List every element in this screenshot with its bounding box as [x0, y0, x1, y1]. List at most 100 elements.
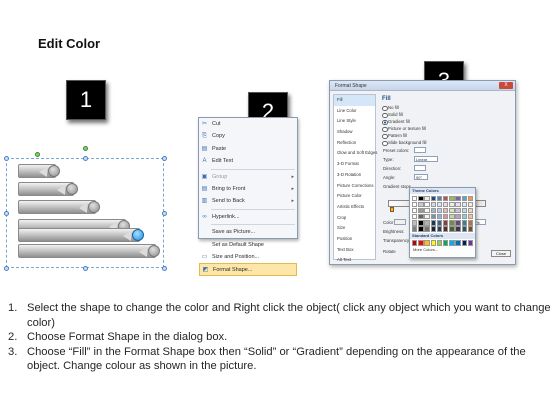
- color-swatch[interactable]: [442, 220, 449, 226]
- color-swatch[interactable]: [467, 201, 474, 208]
- color-swatch[interactable]: [418, 195, 424, 201]
- color-swatch[interactable]: [436, 207, 443, 214]
- color-swatch[interactable]: [430, 214, 436, 220]
- sidebar-item-shadow[interactable]: Shadow: [334, 127, 375, 138]
- staircase-bar-6[interactable]: [18, 244, 160, 258]
- close-button[interactable]: Close: [491, 250, 511, 257]
- color-swatch[interactable]: [442, 240, 449, 246]
- color-swatch[interactable]: [461, 207, 467, 214]
- resize-handle[interactable]: [4, 156, 9, 161]
- color-swatch[interactable]: [467, 226, 474, 232]
- radio-no-fill[interactable]: No fill: [380, 104, 513, 111]
- color-swatch[interactable]: [412, 201, 418, 208]
- sidebar-item-picture-color[interactable]: Picture Color: [334, 191, 375, 202]
- color-swatch[interactable]: [467, 240, 474, 246]
- color-swatch[interactable]: [430, 195, 436, 201]
- color-swatch[interactable]: [412, 220, 418, 226]
- sidebar-item-reflection[interactable]: Reflection: [334, 138, 375, 149]
- sidebar-item-glow[interactable]: Glow and Soft Edges: [334, 148, 377, 159]
- color-swatch[interactable]: [455, 201, 461, 208]
- radio-gradient-fill[interactable]: Gradient fill: [380, 118, 513, 125]
- color-dropdown[interactable]: [394, 219, 406, 225]
- menu-item-format-shape[interactable]: ◩ Format Shape...: [199, 263, 297, 276]
- color-swatch[interactable]: [412, 226, 418, 232]
- color-swatch[interactable]: [430, 207, 436, 214]
- color-swatch[interactable]: [418, 207, 424, 214]
- color-swatch[interactable]: [467, 195, 474, 201]
- preset-colors-dropdown[interactable]: [414, 147, 426, 153]
- menu-item-group[interactable]: ▣ Group ▸: [199, 171, 297, 183]
- color-swatch[interactable]: [436, 240, 443, 246]
- staircase-bar-1[interactable]: [18, 164, 60, 178]
- color-swatch[interactable]: [461, 226, 467, 232]
- color-swatch[interactable]: [442, 226, 449, 232]
- sidebar-item-line-color[interactable]: Line Color: [334, 106, 375, 117]
- color-swatch[interactable]: [430, 226, 436, 232]
- radio-picture-fill[interactable]: Picture or texture fill: [380, 125, 513, 132]
- sidebar-item-text-box[interactable]: Text Box: [334, 245, 375, 256]
- color-swatch[interactable]: [455, 214, 461, 220]
- rotation-handle[interactable]: [35, 152, 40, 157]
- color-swatch[interactable]: [449, 240, 455, 246]
- sidebar-item-fill[interactable]: Fill: [334, 95, 375, 106]
- sidebar-item-alt-text[interactable]: Alt Text: [334, 255, 375, 266]
- color-swatch[interactable]: [430, 201, 436, 208]
- direction-dropdown[interactable]: [414, 165, 426, 171]
- color-swatch[interactable]: [424, 207, 430, 214]
- color-swatch[interactable]: [418, 226, 424, 232]
- color-swatch[interactable]: [436, 201, 443, 208]
- menu-item-hyperlink[interactable]: ∞ Hyperlink...: [199, 211, 297, 223]
- color-swatch[interactable]: [449, 201, 455, 208]
- color-swatch[interactable]: [467, 214, 474, 220]
- color-swatch[interactable]: [449, 214, 455, 220]
- color-swatch[interactable]: [424, 195, 430, 201]
- color-swatch[interactable]: [418, 201, 424, 208]
- color-swatch[interactable]: [455, 195, 461, 201]
- color-swatch[interactable]: [467, 207, 474, 214]
- menu-item-size-and-position[interactable]: ▭ Size and Position...: [199, 251, 297, 263]
- color-swatch[interactable]: [455, 207, 461, 214]
- color-swatch[interactable]: [436, 195, 443, 201]
- color-swatch[interactable]: [449, 226, 455, 232]
- color-swatch[interactable]: [455, 220, 461, 226]
- resize-handle[interactable]: [83, 156, 88, 161]
- color-swatch[interactable]: [436, 214, 443, 220]
- color-swatch[interactable]: [442, 214, 449, 220]
- color-swatch[interactable]: [467, 220, 474, 226]
- menu-item-paste[interactable]: ▤ Paste: [199, 143, 297, 155]
- color-swatch[interactable]: [449, 195, 455, 201]
- color-swatch[interactable]: [424, 220, 430, 226]
- angle-input[interactable]: 90°: [414, 174, 428, 180]
- color-swatch[interactable]: [442, 195, 449, 201]
- sidebar-item-picture-corrections[interactable]: Picture Corrections: [334, 181, 375, 192]
- color-swatch[interactable]: [461, 214, 467, 220]
- menu-item-bring-to-front[interactable]: ▤ Bring to Front ▸: [199, 183, 297, 195]
- sidebar-item-3d-rotation[interactable]: 3-D Rotation: [334, 170, 375, 181]
- color-swatch[interactable]: [412, 207, 418, 214]
- color-swatch[interactable]: [461, 240, 467, 246]
- color-swatch[interactable]: [430, 240, 436, 246]
- color-swatch[interactable]: [449, 220, 455, 226]
- radio-slide-background-fill[interactable]: Slide background fill: [380, 139, 513, 146]
- color-swatch[interactable]: [418, 240, 424, 246]
- color-swatch[interactable]: [418, 214, 424, 220]
- menu-item-send-to-back[interactable]: ▥ Send to Back ▸: [199, 195, 297, 207]
- color-swatch[interactable]: [461, 220, 467, 226]
- resize-handle[interactable]: [83, 266, 88, 271]
- menu-item-cut[interactable]: ✂ Cut: [199, 118, 297, 130]
- sidebar-item-line-style[interactable]: Line Style: [334, 116, 375, 127]
- radio-solid-fill[interactable]: Solid fill: [380, 111, 513, 118]
- sidebar-item-crop[interactable]: Crop: [334, 213, 375, 224]
- more-colors-link[interactable]: More Colors...: [410, 247, 475, 252]
- color-swatch[interactable]: [424, 226, 430, 232]
- sidebar-item-position[interactable]: Position: [334, 234, 375, 245]
- staircase-bar-2[interactable]: [18, 182, 78, 196]
- sidebar-item-artistic-effects[interactable]: Artistic Effects: [334, 202, 375, 213]
- color-swatch[interactable]: [412, 214, 418, 220]
- color-swatch[interactable]: [424, 201, 430, 208]
- resize-handle[interactable]: [4, 211, 9, 216]
- color-swatch[interactable]: [424, 214, 430, 220]
- color-swatch[interactable]: [412, 240, 418, 246]
- color-swatch[interactable]: [461, 195, 467, 201]
- resize-handle[interactable]: [4, 266, 9, 271]
